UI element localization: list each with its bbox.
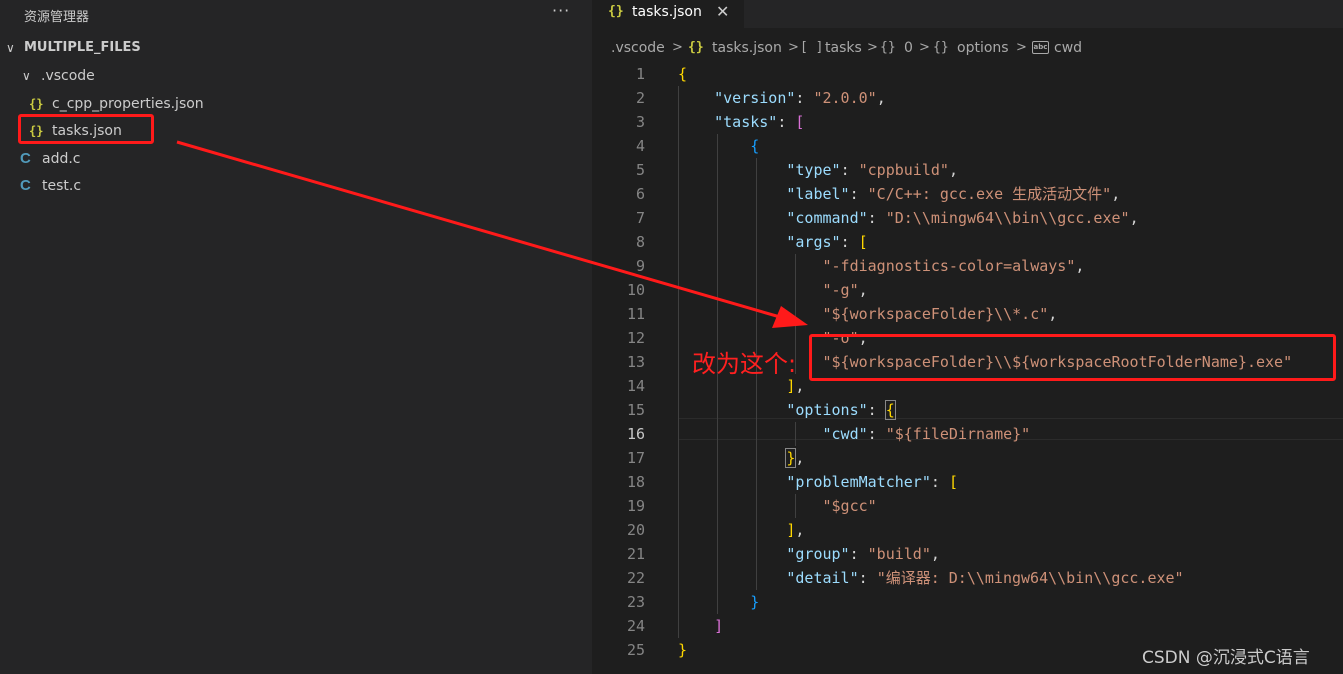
annotation-arrow [176, 140, 808, 328]
arrow-head [772, 306, 808, 328]
arrow-shaft [176, 140, 781, 319]
watermark: CSDN @沉浸式C语言 [1142, 648, 1310, 668]
